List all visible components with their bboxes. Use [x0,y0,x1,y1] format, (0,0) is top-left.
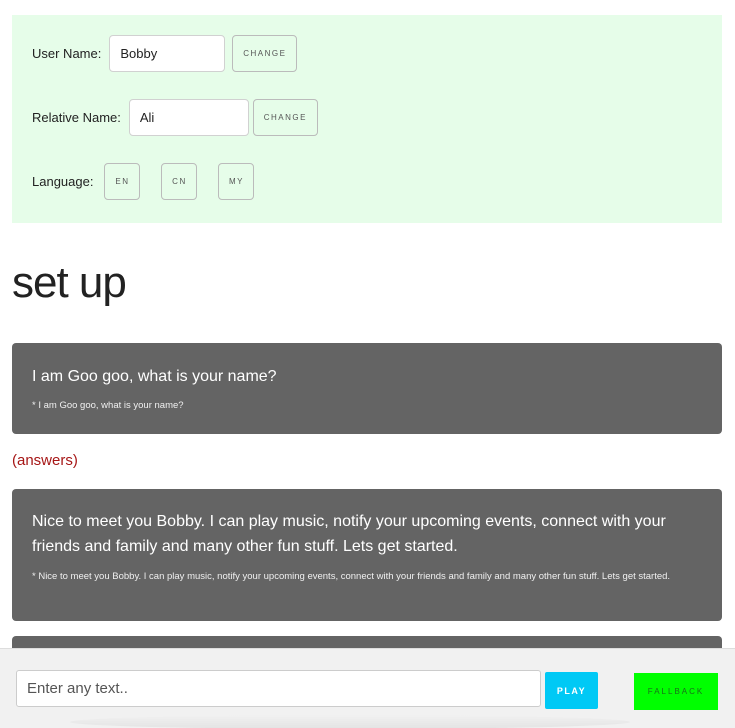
message-text: Nice to meet you Bobby. I can play music… [32,513,666,555]
relative-name-row: Relative Name: CHANGE [32,99,318,136]
play-button[interactable]: PLAY [545,672,598,709]
language-row: Language: EN CN MY [32,163,255,200]
message-card: Nice to meet you Bobby. I can play music… [12,489,722,621]
relative-name-input[interactable] [128,99,249,136]
user-name-row: User Name: CHANGE [32,35,298,72]
answers-link[interactable]: (answers) [12,452,78,469]
language-en-button[interactable]: EN [104,163,141,200]
message-text: I am Goo goo, what is your name? [32,368,277,385]
relative-name-change-button[interactable]: CHANGE [252,99,318,136]
chat-text-input[interactable] [16,670,541,707]
fallback-button[interactable]: FALLBACK [634,673,718,710]
user-name-change-button[interactable]: CHANGE [232,35,298,72]
chat-input-bar: PLAY FALLBACK [0,648,735,728]
language-my-button[interactable]: MY [218,163,255,200]
message-subtext: * I am Goo goo, what is your name? [32,400,184,411]
message-card: I am Goo goo, what is your name? * I am … [12,343,722,434]
bottom-shadow [70,715,630,728]
language-label: Language: [32,174,94,189]
section-title: set up [12,258,127,307]
user-name-label: User Name: [32,46,102,61]
language-cn-button[interactable]: CN [161,163,198,200]
relative-name-label: Relative Name: [32,110,121,125]
user-name-input[interactable] [109,35,226,72]
settings-panel: User Name: CHANGE Relative Name: CHANGE … [12,15,722,223]
message-subtext: * Nice to meet you Bobby. I can play mus… [32,571,671,582]
